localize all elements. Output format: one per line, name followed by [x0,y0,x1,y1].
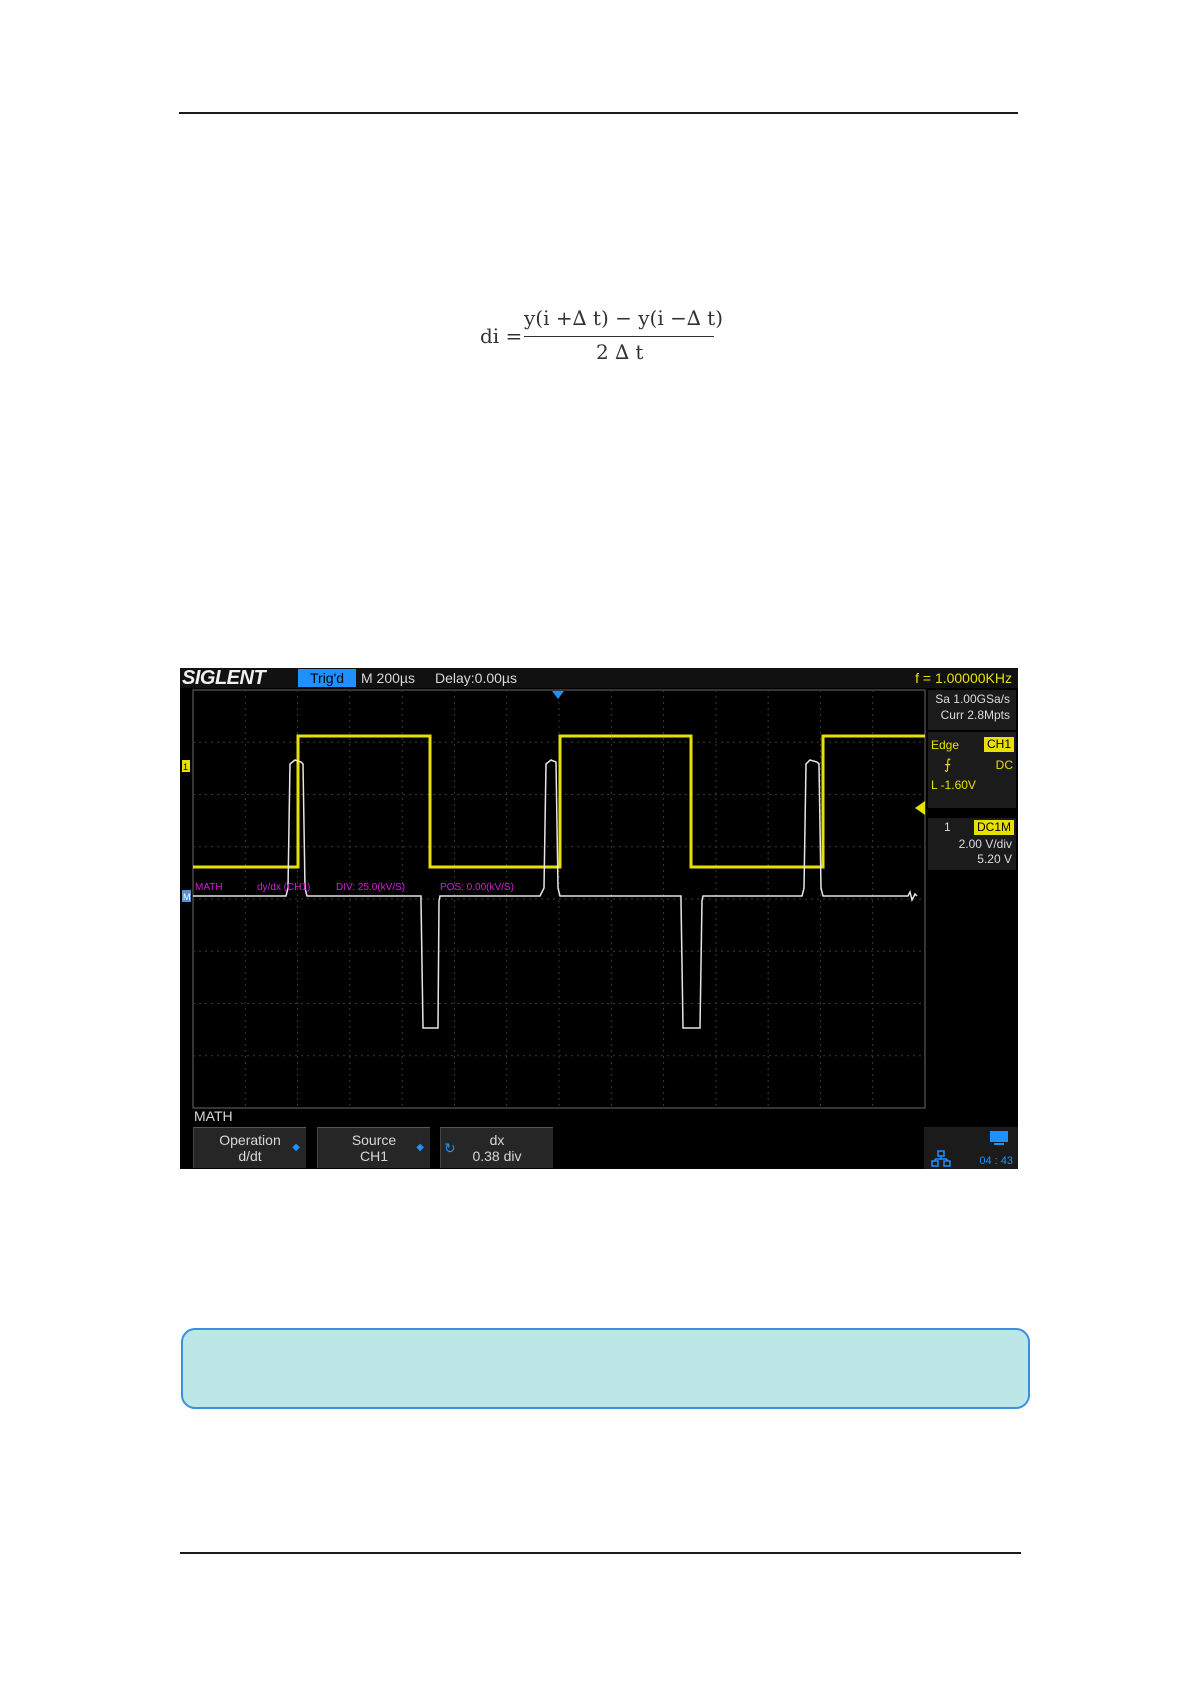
trigger-level: L -1.60V [931,778,976,792]
menu-title: MATH [194,1108,233,1124]
clock-readout: 04 : 43 [979,1155,1013,1167]
softkey-value: d/dt [238,1148,262,1164]
math-waveform [193,759,918,1029]
source-softkey[interactable]: Source CH1 ◆ [317,1127,430,1168]
sample-rate-readout: Sa 1.00GSa/s [935,692,1010,706]
channel-offset: 5.20 V [977,852,1012,866]
footer-rule [180,1552,1021,1554]
math-function-label: dy/dx (CH1) [257,882,310,893]
formula-lhs: di = [480,324,523,348]
fraction-bar [524,336,714,337]
trigger-position-marker [552,691,564,699]
select-arrow-icon: ◆ [292,1142,300,1153]
operation-softkey[interactable]: Operation d/dt ◆ [193,1127,306,1168]
siglent-logo: SIGLENT [182,668,266,689]
waveform-display: 1 M MATH dy/dx (CH1) DIV: 25.0(kV/S) POS… [182,689,926,1109]
network-icon [931,1150,951,1167]
select-arrow-icon: ◆ [416,1142,424,1153]
delay-readout: Delay:0.00µs [435,670,517,686]
header-rule [179,112,1018,114]
trigger-panel[interactable]: Edge CH1 ⨍ DC L -1.60V [928,732,1016,808]
trigger-status-badge: Trig'd [298,669,357,687]
trigger-level-marker [915,801,925,815]
knob-icon: ↻ [444,1140,456,1156]
trigger-type: Edge [931,738,960,752]
frequency-readout: f = 1.00000KHz [915,670,1012,686]
math-offset-marker: M [182,890,191,902]
trigger-coupling: DC [995,758,1013,772]
channel-scale: 2.00 V/div [958,837,1012,851]
system-status-panel: 04 : 43 [924,1127,1018,1169]
formula-numerator: y(i +∆ t) − y(i −∆ t) [524,306,724,330]
rising-edge-icon: ⨍ [944,756,952,772]
memory-depth-readout: Curr 2.8Mpts [940,708,1010,722]
softkey-label: dx [489,1132,505,1148]
math-label: MATH [195,882,223,893]
softkey-value: CH1 [359,1148,388,1164]
acquisition-panel: Sa 1.00GSa/s Curr 2.8Mpts [928,690,1016,730]
svg-text:1: 1 [183,762,188,772]
math-pos-label: POS: 0.00(kV/S) [440,882,514,893]
note-box [181,1328,1030,1409]
softkey-label: Operation [219,1132,281,1148]
dx-softkey[interactable]: ↻ dx 0.38 div [440,1127,553,1168]
timebase-readout: M 200µs [361,670,415,686]
derivative-formula: di = y(i +∆ t) − y(i −∆ t) 2 ∆ t [478,306,728,366]
math-div-label: DIV: 25.0(kV/S) [336,882,405,893]
softkey-label: Source [351,1132,397,1148]
scope-status-bar: SIGLENT Trig'd M 200µs Delay:0.00µs f = … [180,668,1018,689]
trigger-source-badge: CH1 [983,737,1014,752]
channel1-panel[interactable]: 1 DC1M 2.00 V/div 5.20 V [928,818,1016,870]
ch1-offset-marker: 1 [182,760,190,772]
svg-text:M: M [183,892,191,902]
channel-impedance-badge: DC1M [973,820,1014,835]
formula-denominator: 2 ∆ t [596,340,644,364]
display-icon [990,1131,1008,1145]
oscilloscope-screenshot: SIGLENT Trig'd M 200µs Delay:0.00µs f = … [180,668,1018,1169]
softkey-value: 0.38 div [472,1148,522,1164]
channel-number: 1 [944,820,951,834]
ch1-waveform [193,734,925,869]
